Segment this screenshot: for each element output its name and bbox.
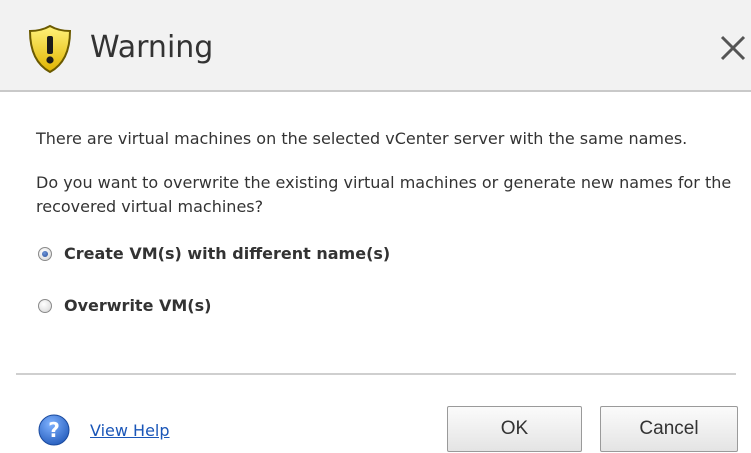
option-label: Overwrite VM(s) xyxy=(64,296,212,315)
radio-button-selected[interactable] xyxy=(38,246,52,261)
close-icon[interactable] xyxy=(715,30,751,66)
cancel-button[interactable]: Cancel xyxy=(600,406,738,452)
dialog-title: Warning xyxy=(90,30,214,65)
help-icon[interactable]: ? xyxy=(38,414,70,446)
dialog-titlebar: Warning xyxy=(0,0,751,92)
message-line-1: There are virtual machines on the select… xyxy=(36,129,688,148)
message-line-2: Do you want to overwrite the existing vi… xyxy=(36,173,732,216)
ok-button[interactable]: OK xyxy=(447,406,582,452)
radio-button[interactable] xyxy=(38,298,52,313)
warning-shield-icon xyxy=(28,24,72,74)
option-label: Create VM(s) with different name(s) xyxy=(64,244,391,263)
view-help-link[interactable]: View Help xyxy=(90,421,170,440)
help-link-area[interactable]: ? View Help xyxy=(38,414,170,446)
option-overwrite-vms[interactable]: Overwrite VM(s) xyxy=(38,296,211,315)
option-create-vms-different-names[interactable]: Create VM(s) with different name(s) xyxy=(38,244,390,263)
footer-divider xyxy=(16,373,736,375)
svg-text:?: ? xyxy=(48,418,60,442)
